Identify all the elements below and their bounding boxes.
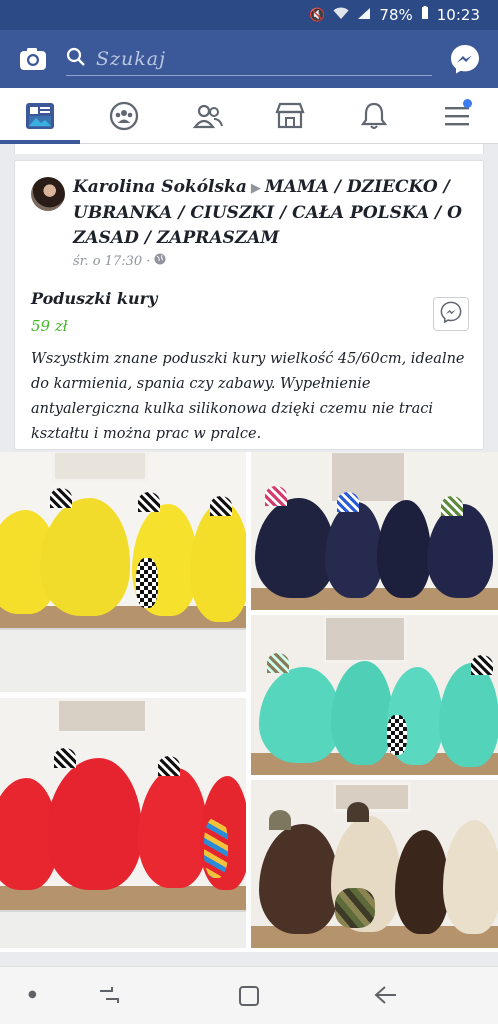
tab-notifications[interactable] [358,100,390,132]
back-icon[interactable] [374,985,398,1010]
messenger-icon [440,301,462,327]
tab-bar [0,88,498,144]
brown-beige-hens-photo[interactable] [251,780,498,948]
navy-hens-photo[interactable] [251,452,498,610]
message-seller-button[interactable] [433,297,469,331]
mute-icon: 🔇 [309,7,326,23]
camera-icon[interactable] [18,44,48,74]
post-header: Karolina Sokólska ▶ MAMA / DZIECKO / UBRAN… [73,175,473,251]
product-title: Poduszki kury [31,289,158,308]
battery-percent: 78% [379,6,413,24]
system-nav-bar: ● [0,966,498,1024]
search-icon [66,47,86,71]
tab-groups[interactable] [108,100,140,132]
dot-icon[interactable]: ● [28,989,37,1000]
home-icon[interactable] [238,985,260,1012]
tab-news-feed[interactable] [24,100,56,132]
battery-icon [421,6,429,24]
author-name[interactable]: Karolina Sokólska [73,177,247,197]
red-hens-photo[interactable] [0,698,246,948]
menu-notification-dot [463,99,472,108]
product-price: 59 zł [31,317,68,335]
post-meta: śr. o 17:30 · [73,253,166,269]
globe-icon [154,253,166,269]
tab-friends[interactable] [192,100,224,132]
app-header: Szukaj [0,30,498,88]
tab-marketplace[interactable] [274,100,306,132]
recent-apps-icon[interactable] [98,985,120,1010]
marketplace-post-card: Karolina Sokólska ▶ MAMA / DZIECKO / UBRAN… [14,160,484,450]
yellow-hens-photo[interactable] [0,452,246,692]
status-bar: 🔇 78% 10:23 [0,0,498,30]
post-time[interactable]: śr. o 17:30 · [73,254,150,269]
photo-grid [0,452,498,952]
clock: 10:23 [436,6,480,24]
avatar[interactable] [31,177,65,211]
previous-post-edge [14,144,484,154]
search-placeholder: Szukaj [96,47,166,70]
search-input[interactable]: Szukaj [66,42,432,76]
product-description: Wszystkim znane poduszki kury wielkość 4… [31,351,465,442]
wifi-icon [333,7,349,24]
arrow-icon: ▶ [250,181,261,196]
mint-hens-photo[interactable] [251,615,498,775]
signal-icon [357,7,371,24]
messenger-icon[interactable] [449,43,481,75]
